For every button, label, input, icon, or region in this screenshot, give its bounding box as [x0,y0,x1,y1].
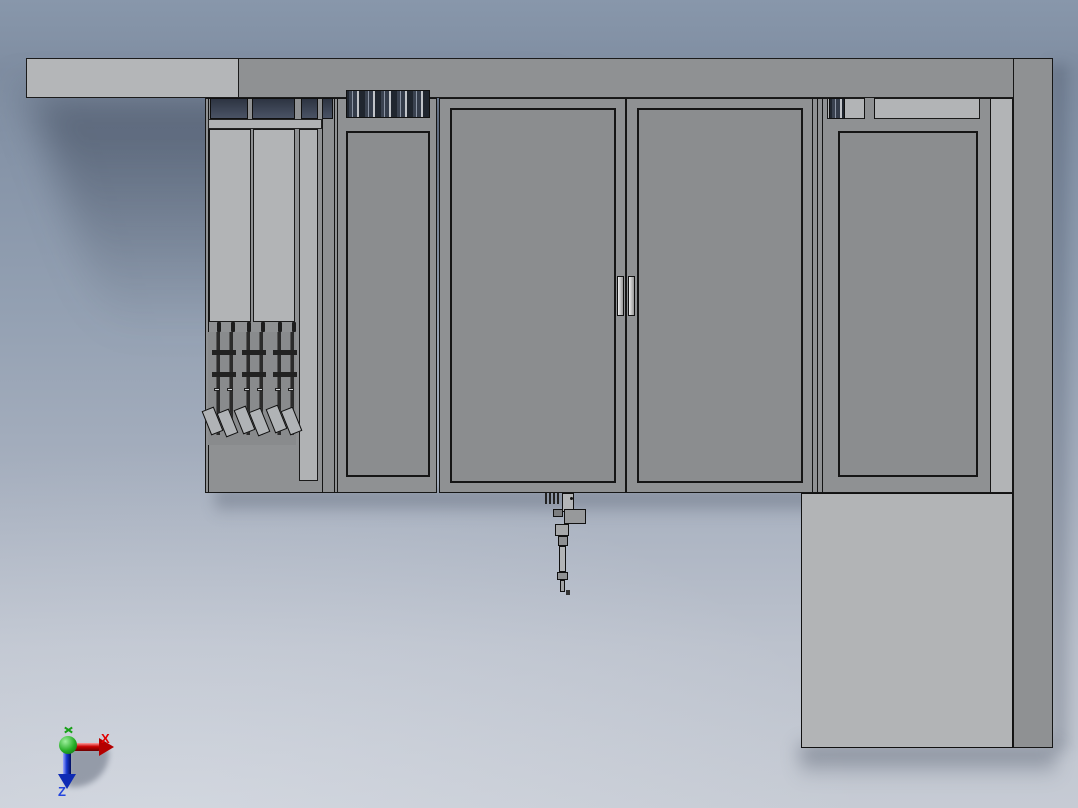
dispenser-fin [549,493,551,504]
left-window-3[interactable] [301,98,318,119]
panel-clip [278,322,282,332]
feeder-crossbar [242,372,266,377]
left-window-1[interactable] [210,98,248,119]
feeder-crossbar [273,372,297,377]
dispenser-clamp [555,524,569,536]
left-cabinet-sill [208,119,322,129]
origin-sphere-icon[interactable] [59,736,77,754]
door-right-panel[interactable] [637,108,803,483]
z-axis-label: Z [58,784,66,799]
left-narrow-panel[interactable] [299,129,318,481]
dispenser-bracket [553,509,563,517]
inner-cabinet-window[interactable] [346,90,430,118]
feeder-marker [257,388,263,391]
right-cabinet-line-2 [822,98,823,493]
right-top-band [827,98,980,119]
feeder-crossbar [212,350,236,355]
dispenser-fitting [557,572,568,580]
inner-cabinet-door[interactable] [346,131,430,477]
panel-clip [292,322,296,332]
feeder-crossbar [273,350,297,355]
top-beam-left[interactable] [26,58,239,98]
dispenser-fin [553,493,555,504]
feeder-marker [244,388,250,391]
feeder-mechanism[interactable] [201,332,303,445]
right-cabinet-line-1 [817,98,818,493]
dispenser-nozzle [560,580,565,592]
right-cabinet-door[interactable] [838,131,978,477]
cad-viewport[interactable]: X Z [0,0,1078,808]
door-right-handle[interactable] [628,276,635,316]
x-axis-label: X [101,731,110,746]
left-divider-line-2 [334,98,335,493]
left-slide-panel-1[interactable] [209,129,251,322]
panel-clip [231,322,235,332]
door-left-panel[interactable] [450,108,616,483]
dispenser-screw [570,497,573,500]
dispenser-rod [559,546,566,572]
left-window-4[interactable] [322,98,333,119]
right-band-divider [864,98,875,119]
dispenser-head[interactable] [543,493,593,595]
right-light-strip [990,98,1013,493]
dispenser-joint [558,536,568,546]
dispenser-fin [545,493,547,504]
feeder-marker [227,388,233,391]
panel-clip [261,322,265,332]
left-divider-line-1 [322,98,323,493]
door-left-handle[interactable] [617,276,624,316]
lower-right-cabinet[interactable] [801,493,1013,748]
feeder-crossbar [242,350,266,355]
dispenser-tip [566,590,570,595]
feeder-marker [214,388,220,391]
feeder-marker [288,388,294,391]
left-slide-panel-2[interactable] [253,129,295,322]
feeder-crossbar [212,372,236,377]
feeder-marker [275,388,281,391]
left-window-2[interactable] [252,98,295,119]
panel-clip [247,322,251,332]
panel-clip [217,322,221,332]
right-top-window[interactable] [829,98,845,119]
dispenser-block [564,509,586,524]
right-column[interactable] [1013,58,1053,748]
dispenser-fin [557,493,559,504]
